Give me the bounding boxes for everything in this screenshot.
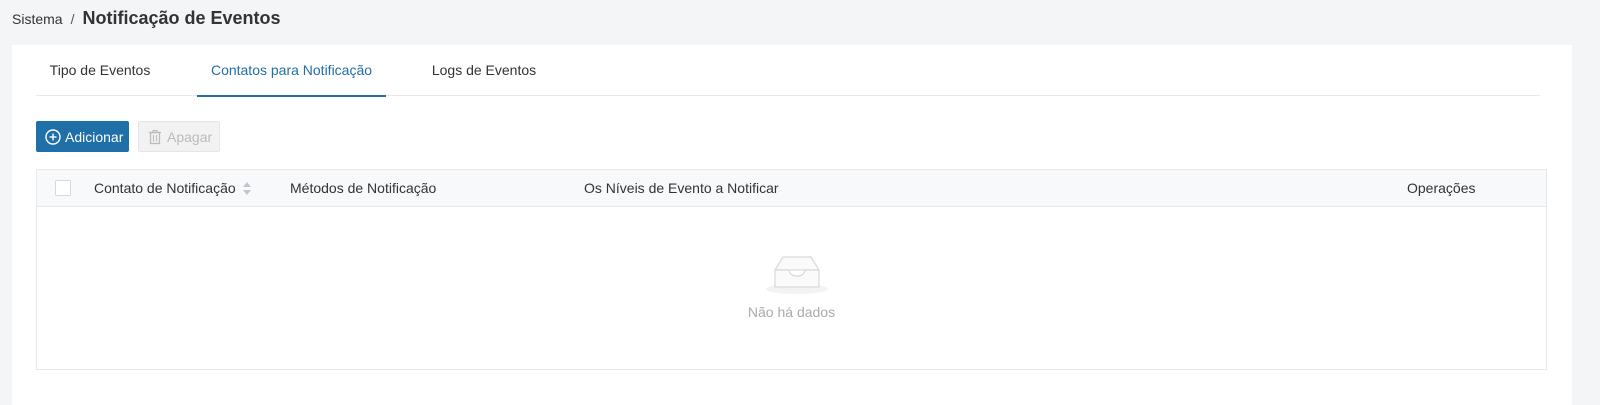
trash-icon bbox=[147, 129, 163, 145]
table-header: Contato de Notificação Métodos de Notifi… bbox=[37, 170, 1546, 207]
delete-button-label: Apagar bbox=[167, 128, 213, 145]
contacts-table: Contato de Notificação Métodos de Notifi… bbox=[36, 169, 1547, 370]
select-all-checkbox[interactable] bbox=[55, 180, 71, 196]
column-header-metodos: Métodos de Notificação bbox=[290, 180, 437, 196]
empty-state: Não há dados bbox=[37, 207, 1546, 369]
tab-contatos-para-notificacao[interactable]: Contatos para Notificação bbox=[197, 45, 386, 97]
tab-bar: Tipo de Eventos Contatos para Notificaçã… bbox=[36, 45, 1540, 97]
tab-logs-de-eventos[interactable]: Logs de Eventos bbox=[421, 45, 547, 96]
inbox-icon bbox=[765, 253, 829, 300]
main-panel: Tipo de Eventos Contatos para Notificaçã… bbox=[12, 45, 1572, 405]
add-button[interactable]: Adicionar bbox=[36, 121, 129, 152]
column-header-operacoes: Operações bbox=[1407, 180, 1476, 196]
sort-icon[interactable] bbox=[243, 182, 251, 200]
add-button-label: Adicionar bbox=[65, 128, 124, 145]
plus-circle-icon bbox=[45, 128, 61, 145]
empty-state-text: Não há dados bbox=[747, 304, 836, 320]
tab-tipo-de-eventos[interactable]: Tipo de Eventos bbox=[36, 45, 164, 96]
column-header-contato[interactable]: Contato de Notificação bbox=[94, 170, 236, 207]
delete-button[interactable]: Apagar bbox=[138, 121, 220, 152]
page-title: Notificação de Eventos bbox=[82, 8, 281, 28]
breadcrumb-separator: / bbox=[70, 11, 75, 27]
breadcrumb: Sistema / Notificação de Eventos bbox=[12, 8, 281, 28]
breadcrumb-parent-sistema[interactable]: Sistema bbox=[12, 11, 63, 27]
column-header-niveis: Os Níveis de Evento a Notificar bbox=[584, 180, 779, 196]
